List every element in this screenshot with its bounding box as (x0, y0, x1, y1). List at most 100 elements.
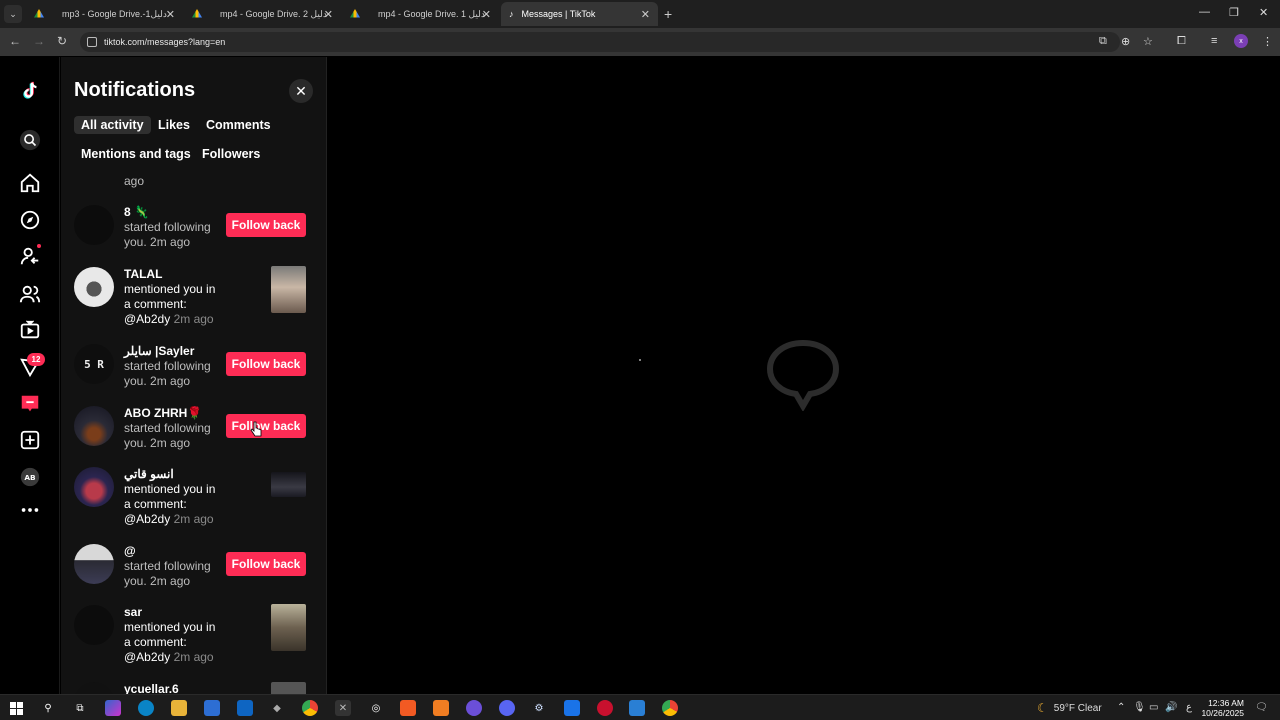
home-icon[interactable] (18, 171, 42, 195)
tiktok-logo-icon[interactable] (18, 79, 42, 103)
follow-back-button[interactable]: Follow back (226, 213, 306, 237)
edge-icon[interactable] (138, 700, 154, 716)
copilot-icon[interactable] (105, 700, 121, 716)
live-icon[interactable] (18, 318, 42, 342)
steam-icon[interactable]: ⚙ (531, 700, 547, 716)
follow-back-button[interactable]: Follow back (226, 414, 306, 438)
store-icon[interactable] (204, 700, 220, 716)
maximize-button[interactable]: ❐ (1229, 6, 1239, 19)
notification-list[interactable]: ago 8 🦎 started following you. 2m ago Fo… (61, 175, 326, 694)
clock[interactable]: 12:36 AM 10/26/2025 (1200, 698, 1244, 718)
avatar[interactable] (74, 406, 114, 446)
browser-tab-1[interactable]: mp3 - Google Drive.-1دليل ✕ (26, 2, 183, 26)
filter-mentions-and-tags[interactable]: Mentions and tags (74, 145, 198, 163)
site-info-icon[interactable] (87, 37, 97, 47)
explore-icon[interactable] (18, 208, 42, 232)
mouse-cursor (250, 421, 262, 442)
zoom-icon[interactable]: ⊕ (1121, 35, 1130, 48)
more-icon[interactable] (18, 498, 42, 522)
username[interactable]: انسو قاتي (124, 467, 174, 481)
show-hidden-icons[interactable]: ⌃ (1117, 702, 1125, 713)
search-taskbar-icon[interactable]: ⚲ (40, 700, 56, 716)
app-icon-2[interactable]: ✕ (335, 700, 351, 716)
follow-back-button[interactable]: Follow back (226, 552, 306, 576)
app-icon-6[interactable] (564, 700, 580, 716)
notification-center-icon[interactable]: 🗨 (1255, 702, 1268, 713)
avatar[interactable] (74, 682, 114, 694)
video-thumbnail[interactable] (271, 682, 306, 694)
filter-likes[interactable]: Likes (151, 116, 197, 134)
bookmark-star-icon[interactable]: ☆ (1143, 35, 1153, 48)
close-window-button[interactable]: ✕ (1259, 6, 1268, 19)
browser-tab-2[interactable]: mp4 - Google Drive. 2 دليل ✕ (184, 2, 341, 26)
chrome-icon[interactable] (302, 700, 318, 716)
video-thumbnail[interactable] (271, 604, 306, 651)
avatar[interactable] (74, 267, 114, 307)
weather-text: 59°F Clear (1053, 702, 1102, 714)
filter-followers[interactable]: Followers (195, 145, 267, 163)
filter-comments[interactable]: Comments (199, 116, 278, 134)
filter-all-activity[interactable]: All activity (74, 116, 151, 134)
browser-menu-icon[interactable]: ⋮ (1262, 35, 1273, 48)
back-icon[interactable]: ← (9, 34, 21, 48)
username[interactable]: ycuellar.6 (124, 682, 179, 694)
app-icon-5[interactable] (466, 700, 482, 716)
task-view-icon[interactable]: ⧉ (72, 700, 88, 716)
app-icon[interactable]: ◆ (269, 700, 285, 716)
search-icon[interactable] (18, 128, 42, 152)
avatar[interactable]: 5 R (74, 344, 114, 384)
volume-icon[interactable]: 🔊 (1165, 702, 1177, 713)
avatar[interactable] (74, 467, 114, 507)
browser-tab-3[interactable]: mp4 - Google Drive. 1 دليل ✕ (342, 2, 499, 26)
username[interactable]: sar (124, 605, 142, 619)
username[interactable]: TALAL (124, 267, 162, 281)
reload-icon[interactable]: ↻ (57, 34, 67, 48)
weather-widget[interactable]: ☾ 59°F Clear (1037, 701, 1102, 715)
discord-icon[interactable] (499, 700, 515, 716)
messages-icon[interactable] (18, 392, 42, 416)
close-tab-icon[interactable]: ✕ (641, 8, 650, 21)
microphone-icon[interactable]: 🎙 (1133, 702, 1146, 713)
username[interactable]: ABO ZHRH🌹 (124, 406, 202, 420)
app-icon-8[interactable] (629, 700, 645, 716)
forward-icon[interactable]: → (33, 34, 45, 48)
file-explorer-icon[interactable] (171, 700, 187, 716)
media-control-icon[interactable]: ≡ (1211, 35, 1217, 47)
windows-start-icon[interactable] (8, 700, 24, 716)
profile-avatar[interactable]: x (1234, 34, 1248, 48)
chrome-active-icon[interactable] (662, 700, 678, 716)
follow-back-button[interactable]: Follow back (226, 352, 306, 376)
new-tab-button[interactable]: + (664, 6, 672, 22)
notification-text: started following you. 2m ago (124, 421, 211, 450)
app-icon-7[interactable] (597, 700, 613, 716)
network-icon[interactable]: ▭ (1149, 702, 1158, 713)
svg-text:AB: AB (24, 473, 36, 482)
close-tab-icon[interactable]: ✕ (482, 8, 491, 21)
close-tab-icon[interactable]: ✕ (324, 8, 333, 21)
browser-tab-4[interactable]: ♪ Messages | TikTok ✕ (501, 2, 658, 26)
username[interactable]: @ (124, 544, 136, 558)
app-icon-4[interactable] (433, 700, 449, 716)
avatar[interactable] (74, 605, 114, 645)
tab-search-button[interactable]: ⌄ (4, 5, 22, 23)
tab-title: Messages | TikTok (521, 9, 596, 19)
extensions-icon[interactable]: ⧠ (1177, 35, 1186, 48)
upload-icon[interactable] (18, 428, 42, 452)
avatar[interactable] (74, 205, 114, 245)
brave-icon[interactable] (400, 700, 416, 716)
url-bar[interactable]: tiktok.com/messages?lang=en (80, 32, 1120, 52)
avatar[interactable] (74, 544, 114, 584)
app-icon-3[interactable]: ◎ (368, 700, 384, 716)
video-thumbnail[interactable] (271, 472, 306, 497)
language-indicator[interactable]: ع (1186, 702, 1192, 713)
username[interactable]: 8 🦎 (124, 205, 149, 219)
outlook-icon[interactable] (237, 700, 253, 716)
username[interactable]: سايلر |Sayler (124, 344, 194, 358)
close-panel-button[interactable]: ✕ (289, 79, 313, 103)
friends-icon[interactable] (18, 282, 42, 306)
close-tab-icon[interactable]: ✕ (166, 8, 175, 21)
profile-avatar-icon[interactable]: AB (18, 465, 42, 489)
minimize-button[interactable]: — (1199, 6, 1210, 18)
cast-icon[interactable]: ⧉ (1099, 35, 1107, 48)
video-thumbnail[interactable] (271, 266, 306, 313)
